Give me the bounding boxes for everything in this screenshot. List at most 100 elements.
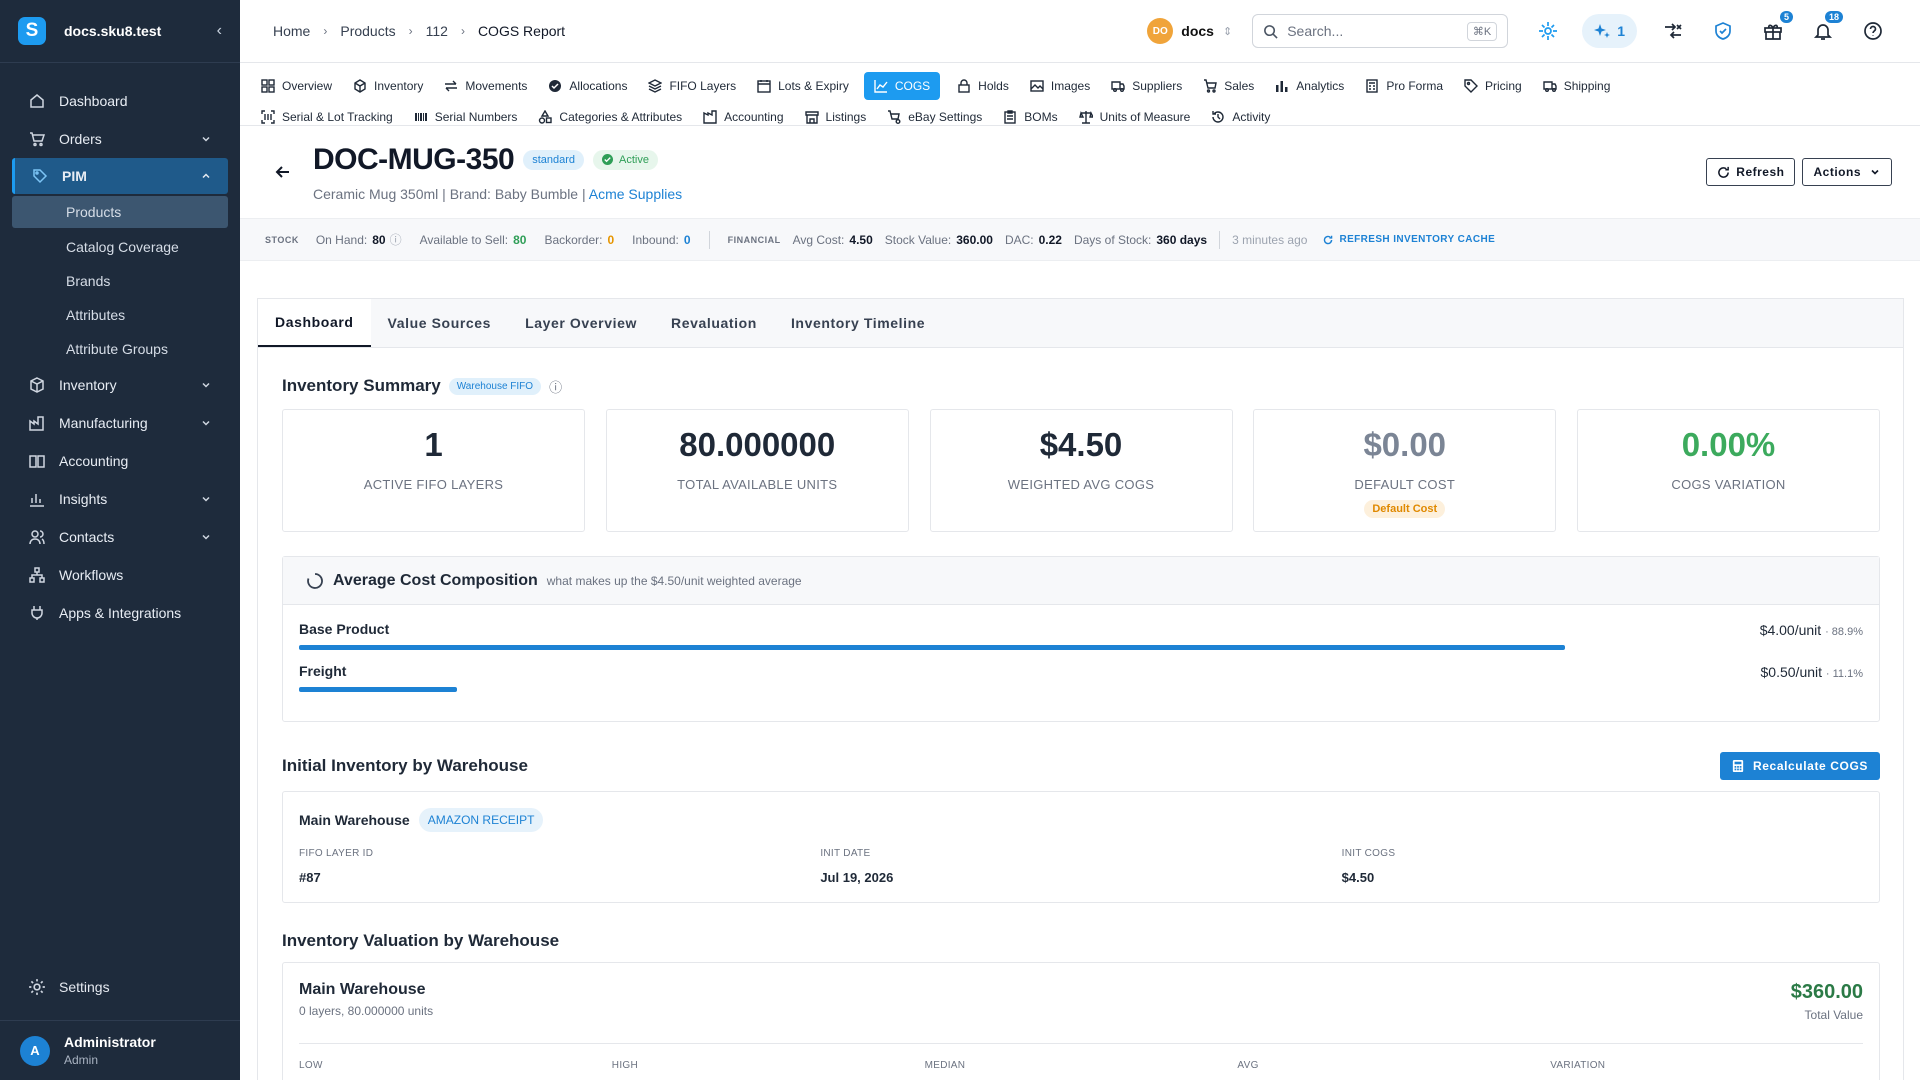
tab-label: Movements <box>465 78 528 93</box>
sidebar-item-orders[interactable]: Orders <box>0 120 240 158</box>
refresh-button[interactable]: Refresh <box>1706 158 1796 186</box>
sidebar-item-settings[interactable]: Settings <box>0 968 240 1006</box>
tab-label: FIFO Layers <box>669 78 737 93</box>
recalculate-cogs-button[interactable]: Recalculate COGS <box>1720 752 1880 780</box>
divider <box>1219 230 1221 249</box>
spinner-icon <box>307 572 323 589</box>
product-name: Ceramic Mug 350ml <box>313 185 439 202</box>
sidebar-item-contacts[interactable]: Contacts <box>0 518 240 556</box>
status-label: Active <box>619 153 649 166</box>
avatar: A <box>20 1035 50 1066</box>
tab-pricing[interactable]: Pricing <box>1464 72 1522 100</box>
gifts-button[interactable]: 5 <box>1759 11 1793 45</box>
sidebar-item-dashboard[interactable]: Dashboard <box>0 82 240 120</box>
sidebar-subitem-brands[interactable]: Brands <box>0 264 240 298</box>
sidebar-item-inventory[interactable]: Inventory <box>0 366 240 404</box>
breadcrumb-home[interactable]: Home <box>273 23 310 39</box>
app-logo[interactable]: S <box>18 17 46 45</box>
tab-revaluation[interactable]: Revaluation <box>654 299 774 347</box>
org-switcher[interactable]: DO docs ⇕ <box>1147 18 1232 44</box>
integrations-hub-button[interactable] <box>1534 17 1562 45</box>
valuation-heading: Inventory Valuation by Warehouse <box>282 931 560 950</box>
refresh-cache-link[interactable]: REFRESH INVENTORY CACHE <box>1323 234 1495 245</box>
sidebar-item-label: Manufacturing <box>59 415 148 431</box>
tab-shipping[interactable]: Shipping <box>1542 72 1610 100</box>
tab-movements[interactable]: Movements <box>444 72 527 100</box>
tab-boms[interactable]: BOMs <box>1003 103 1058 131</box>
tab-lots-expiry[interactable]: Lots & Expiry <box>757 72 849 100</box>
ai-assistant-button[interactable]: 1 <box>1582 14 1637 48</box>
tab-dashboard[interactable]: Dashboard <box>258 299 371 347</box>
search-input[interactable]: Search... ⌘K <box>1252 14 1509 48</box>
sidebar-subitem-attribute-groups[interactable]: Attribute Groups <box>0 332 240 366</box>
tab-fifo-layers[interactable]: FIFO Layers <box>648 72 736 100</box>
tab-suppliers[interactable]: Suppliers <box>1111 72 1182 100</box>
tab-pro-forma[interactable]: Pro Forma <box>1365 72 1443 100</box>
topbar: Home › Products › 112 › COGS Report DO d… <box>240 0 1920 63</box>
column-median: MEDIAN <box>924 1060 966 1071</box>
tab-holds[interactable]: Holds <box>957 72 1009 100</box>
sidebar-item-manufacturing[interactable]: Manufacturing <box>0 404 240 442</box>
tab-ebay-settings[interactable]: eBay Settings <box>887 103 982 131</box>
marketplace-settings-icon <box>888 109 901 124</box>
tab-allocations[interactable]: Allocations <box>548 72 627 100</box>
inventory-summary-heading: Inventory Summary Warehouse FIFO ⓘ <box>282 376 1880 396</box>
stock-section-label: STOCK <box>265 234 299 245</box>
sidebar-subitem-products[interactable]: Products <box>12 196 228 228</box>
valuation-columns: LOW HIGH MEDIAN AVG VARIATION <box>299 1043 1863 1071</box>
supplier-link[interactable]: Acme Supplies <box>589 186 682 202</box>
tab-serial-lot-tracking[interactable]: Serial & Lot Tracking <box>261 103 393 131</box>
tab-images[interactable]: Images <box>1030 72 1090 100</box>
tab-overview[interactable]: Overview <box>261 72 332 100</box>
tab-cogs[interactable]: COGS <box>863 71 941 100</box>
card-cogs-variation: 0.00% COGS VARIATION <box>1577 409 1880 532</box>
compare-button[interactable] <box>1659 17 1687 45</box>
tab-accounting[interactable]: Accounting <box>703 103 784 131</box>
tab-units-of-measure[interactable]: Units of Measure <box>1078 103 1190 131</box>
notifications-button[interactable]: 18 <box>1809 11 1843 45</box>
collapse-sidebar-icon[interactable]: ‹ <box>217 22 222 40</box>
tab-layer-overview[interactable]: Layer Overview <box>508 299 654 347</box>
sidebar-item-insights[interactable]: Insights <box>0 480 240 518</box>
breadcrumb-product-id[interactable]: 112 <box>426 23 448 39</box>
sidebar-subitem-catalog-coverage[interactable]: Catalog Coverage <box>0 230 240 264</box>
tab-inventory-timeline[interactable]: Inventory Timeline <box>774 299 942 347</box>
tab-sales[interactable]: Sales <box>1203 72 1254 100</box>
card-default-cost: $0.00 DEFAULT COST Default Cost <box>1253 409 1557 532</box>
user-profile[interactable]: A Administrator Admin <box>0 1020 240 1080</box>
tab-listings[interactable]: Listings <box>804 103 866 131</box>
factory-icon <box>28 414 46 432</box>
help-button[interactable] <box>1859 17 1887 45</box>
info-icon[interactable]: ⓘ <box>390 233 402 247</box>
refresh-label: Refresh <box>1736 165 1785 179</box>
tab-inventory[interactable]: Inventory <box>353 72 423 100</box>
sidebar-item-apps[interactable]: Apps & Integrations <box>0 594 240 632</box>
site-name: docs.sku8.test <box>64 23 162 39</box>
sidebar-item-label: Apps & Integrations <box>59 605 182 621</box>
sidebar-item-pim[interactable]: PIM <box>12 158 228 194</box>
card-total-available-units: 80.000000 TOTAL AVAILABLE UNITS <box>605 409 909 532</box>
composition-row-freight: Freight $0.50/unit · 11.1% <box>283 647 1879 692</box>
back-arrow-icon[interactable] <box>274 163 292 181</box>
info-icon[interactable]: ⓘ <box>549 377 562 396</box>
field-init-cogs: INIT COGS $4.50 <box>1341 848 1396 885</box>
bar-chart-icon <box>28 490 46 508</box>
tab-activity[interactable]: Activity <box>1211 103 1270 131</box>
tab-serial-numbers[interactable]: Serial Numbers <box>414 103 517 131</box>
search-placeholder: Search... <box>1287 23 1344 39</box>
stat-avg-cost: Avg Cost: 4.50 <box>792 232 873 247</box>
sidebar-item-accounting[interactable]: Accounting <box>0 442 240 480</box>
actions-dropdown[interactable]: Actions <box>1802 158 1892 186</box>
sidebar-item-workflows[interactable]: Workflows <box>0 556 240 594</box>
security-button[interactable] <box>1709 17 1737 45</box>
ledger-icon <box>703 109 717 124</box>
tab-label: Allocations <box>569 78 628 93</box>
tab-value-sources[interactable]: Value Sources <box>371 299 509 347</box>
sidebar-subitem-attributes[interactable]: Attributes <box>0 298 240 332</box>
tab-analytics[interactable]: Analytics <box>1275 72 1344 100</box>
sidebar-item-label: Insights <box>59 491 108 507</box>
breadcrumb-products[interactable]: Products <box>340 23 395 39</box>
tab-categories-attributes[interactable]: Categories & Attributes <box>538 103 682 131</box>
composition-bar <box>299 687 457 692</box>
storefront-icon <box>804 110 819 124</box>
